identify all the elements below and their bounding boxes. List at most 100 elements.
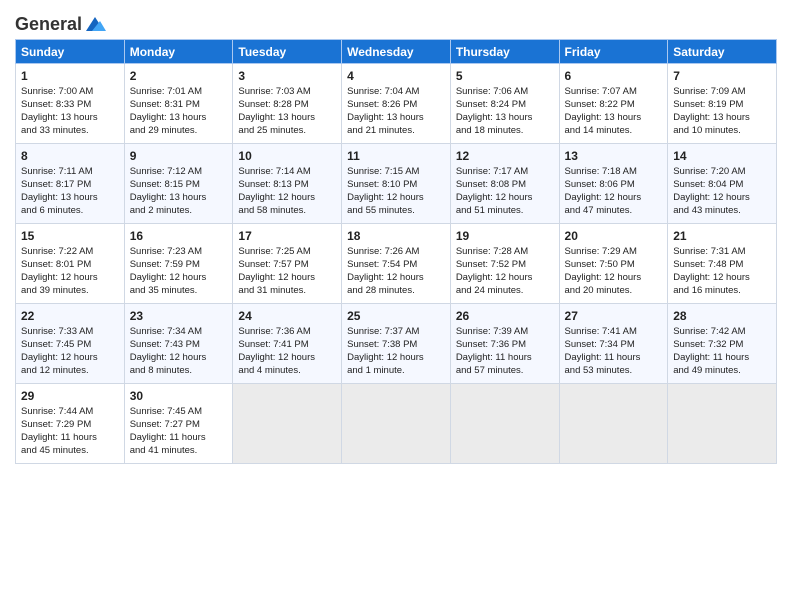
day-info-line: and 21 minutes. xyxy=(347,125,445,138)
calendar-cell: 21Sunrise: 7:31 AMSunset: 7:48 PMDayligh… xyxy=(668,224,777,304)
calendar-cell: 23Sunrise: 7:34 AMSunset: 7:43 PMDayligh… xyxy=(124,304,233,384)
day-number: 20 xyxy=(565,228,663,244)
day-info-line: and 1 minute. xyxy=(347,365,445,378)
calendar-cell: 22Sunrise: 7:33 AMSunset: 7:45 PMDayligh… xyxy=(16,304,125,384)
day-info-line: Sunrise: 7:28 AM xyxy=(456,246,554,259)
day-info-line: Daylight: 12 hours xyxy=(130,352,228,365)
day-info-line: Daylight: 12 hours xyxy=(238,272,336,285)
day-info-line: Sunset: 7:48 PM xyxy=(673,259,771,272)
calendar-cell: 27Sunrise: 7:41 AMSunset: 7:34 PMDayligh… xyxy=(559,304,668,384)
day-info-line: Daylight: 12 hours xyxy=(238,352,336,365)
day-info-line: and 24 minutes. xyxy=(456,285,554,298)
calendar-cell: 4Sunrise: 7:04 AMSunset: 8:26 PMDaylight… xyxy=(342,64,451,144)
day-number: 21 xyxy=(673,228,771,244)
day-info-line: and 4 minutes. xyxy=(238,365,336,378)
day-info-line: Daylight: 12 hours xyxy=(565,192,663,205)
day-info-line: and 53 minutes. xyxy=(565,365,663,378)
day-info-line: Sunset: 7:45 PM xyxy=(21,339,119,352)
day-info-line: Daylight: 13 hours xyxy=(456,112,554,125)
day-info-line: Sunrise: 7:15 AM xyxy=(347,166,445,179)
day-info-line: Daylight: 11 hours xyxy=(673,352,771,365)
day-number: 15 xyxy=(21,228,119,244)
calendar-cell: 17Sunrise: 7:25 AMSunset: 7:57 PMDayligh… xyxy=(233,224,342,304)
day-info-line: Daylight: 12 hours xyxy=(673,192,771,205)
day-info-line: Daylight: 12 hours xyxy=(130,272,228,285)
day-info-line: Sunrise: 7:11 AM xyxy=(21,166,119,179)
day-info-line: and 8 minutes. xyxy=(130,365,228,378)
day-info-line: and 45 minutes. xyxy=(21,445,119,458)
calendar-cell: 19Sunrise: 7:28 AMSunset: 7:52 PMDayligh… xyxy=(450,224,559,304)
day-info-line: Daylight: 13 hours xyxy=(238,112,336,125)
day-info-line: and 16 minutes. xyxy=(673,285,771,298)
day-info-line: Daylight: 13 hours xyxy=(130,112,228,125)
col-header-saturday: Saturday xyxy=(668,40,777,64)
calendar-cell: 24Sunrise: 7:36 AMSunset: 7:41 PMDayligh… xyxy=(233,304,342,384)
day-info-line: and 25 minutes. xyxy=(238,125,336,138)
day-number: 27 xyxy=(565,308,663,324)
calendar-cell: 30Sunrise: 7:45 AMSunset: 7:27 PMDayligh… xyxy=(124,384,233,464)
day-info-line: Sunrise: 7:03 AM xyxy=(238,86,336,99)
logo-icon xyxy=(84,15,106,33)
day-info-line: and 41 minutes. xyxy=(130,445,228,458)
day-info-line: Daylight: 12 hours xyxy=(238,192,336,205)
calendar-cell: 2Sunrise: 7:01 AMSunset: 8:31 PMDaylight… xyxy=(124,64,233,144)
day-info-line: Daylight: 12 hours xyxy=(347,272,445,285)
col-header-tuesday: Tuesday xyxy=(233,40,342,64)
day-number: 4 xyxy=(347,68,445,84)
day-info-line: Sunrise: 7:36 AM xyxy=(238,326,336,339)
day-info-line: Daylight: 11 hours xyxy=(456,352,554,365)
day-info-line: Sunset: 7:36 PM xyxy=(456,339,554,352)
day-number: 11 xyxy=(347,148,445,164)
calendar-week-4: 22Sunrise: 7:33 AMSunset: 7:45 PMDayligh… xyxy=(16,304,777,384)
day-info-line: and 33 minutes. xyxy=(21,125,119,138)
day-info-line: Sunset: 8:15 PM xyxy=(130,179,228,192)
day-info-line: Sunset: 8:06 PM xyxy=(565,179,663,192)
day-info-line: Sunset: 8:28 PM xyxy=(238,99,336,112)
day-number: 17 xyxy=(238,228,336,244)
day-number: 30 xyxy=(130,388,228,404)
day-info-line: and 10 minutes. xyxy=(673,125,771,138)
day-info-line: Sunrise: 7:04 AM xyxy=(347,86,445,99)
calendar-cell: 16Sunrise: 7:23 AMSunset: 7:59 PMDayligh… xyxy=(124,224,233,304)
day-number: 25 xyxy=(347,308,445,324)
day-number: 23 xyxy=(130,308,228,324)
calendar-cell: 15Sunrise: 7:22 AMSunset: 8:01 PMDayligh… xyxy=(16,224,125,304)
day-info-line: Sunset: 7:29 PM xyxy=(21,419,119,432)
day-info-line: Sunset: 7:50 PM xyxy=(565,259,663,272)
day-info-line: and 57 minutes. xyxy=(456,365,554,378)
calendar-cell xyxy=(450,384,559,464)
day-info-line: Sunset: 8:31 PM xyxy=(130,99,228,112)
day-info-line: Sunrise: 7:01 AM xyxy=(130,86,228,99)
calendar-cell: 10Sunrise: 7:14 AMSunset: 8:13 PMDayligh… xyxy=(233,144,342,224)
day-info-line: Daylight: 12 hours xyxy=(347,192,445,205)
logo: General xyxy=(15,14,106,31)
day-info-line: Daylight: 12 hours xyxy=(565,272,663,285)
day-info-line: Sunrise: 7:37 AM xyxy=(347,326,445,339)
col-header-sunday: Sunday xyxy=(16,40,125,64)
day-info-line: and 51 minutes. xyxy=(456,205,554,218)
col-header-wednesday: Wednesday xyxy=(342,40,451,64)
day-info-line: Sunrise: 7:17 AM xyxy=(456,166,554,179)
calendar-cell: 12Sunrise: 7:17 AMSunset: 8:08 PMDayligh… xyxy=(450,144,559,224)
day-info-line: Daylight: 12 hours xyxy=(347,352,445,365)
calendar-cell: 7Sunrise: 7:09 AMSunset: 8:19 PMDaylight… xyxy=(668,64,777,144)
day-info-line: and 28 minutes. xyxy=(347,285,445,298)
day-info-line: and 29 minutes. xyxy=(130,125,228,138)
calendar-cell xyxy=(342,384,451,464)
day-info-line: Daylight: 12 hours xyxy=(456,192,554,205)
day-info-line: Sunrise: 7:18 AM xyxy=(565,166,663,179)
day-number: 19 xyxy=(456,228,554,244)
day-info-line: Sunset: 7:27 PM xyxy=(130,419,228,432)
calendar-cell: 6Sunrise: 7:07 AMSunset: 8:22 PMDaylight… xyxy=(559,64,668,144)
day-number: 1 xyxy=(21,68,119,84)
day-info-line: and 47 minutes. xyxy=(565,205,663,218)
day-info-line: Sunrise: 7:22 AM xyxy=(21,246,119,259)
day-info-line: Sunset: 8:26 PM xyxy=(347,99,445,112)
calendar-cell xyxy=(668,384,777,464)
day-info-line: Sunset: 8:04 PM xyxy=(673,179,771,192)
day-info-line: Daylight: 13 hours xyxy=(130,192,228,205)
day-info-line: Sunset: 7:32 PM xyxy=(673,339,771,352)
day-info-line: Daylight: 12 hours xyxy=(673,272,771,285)
calendar-cell: 8Sunrise: 7:11 AMSunset: 8:17 PMDaylight… xyxy=(16,144,125,224)
day-number: 18 xyxy=(347,228,445,244)
